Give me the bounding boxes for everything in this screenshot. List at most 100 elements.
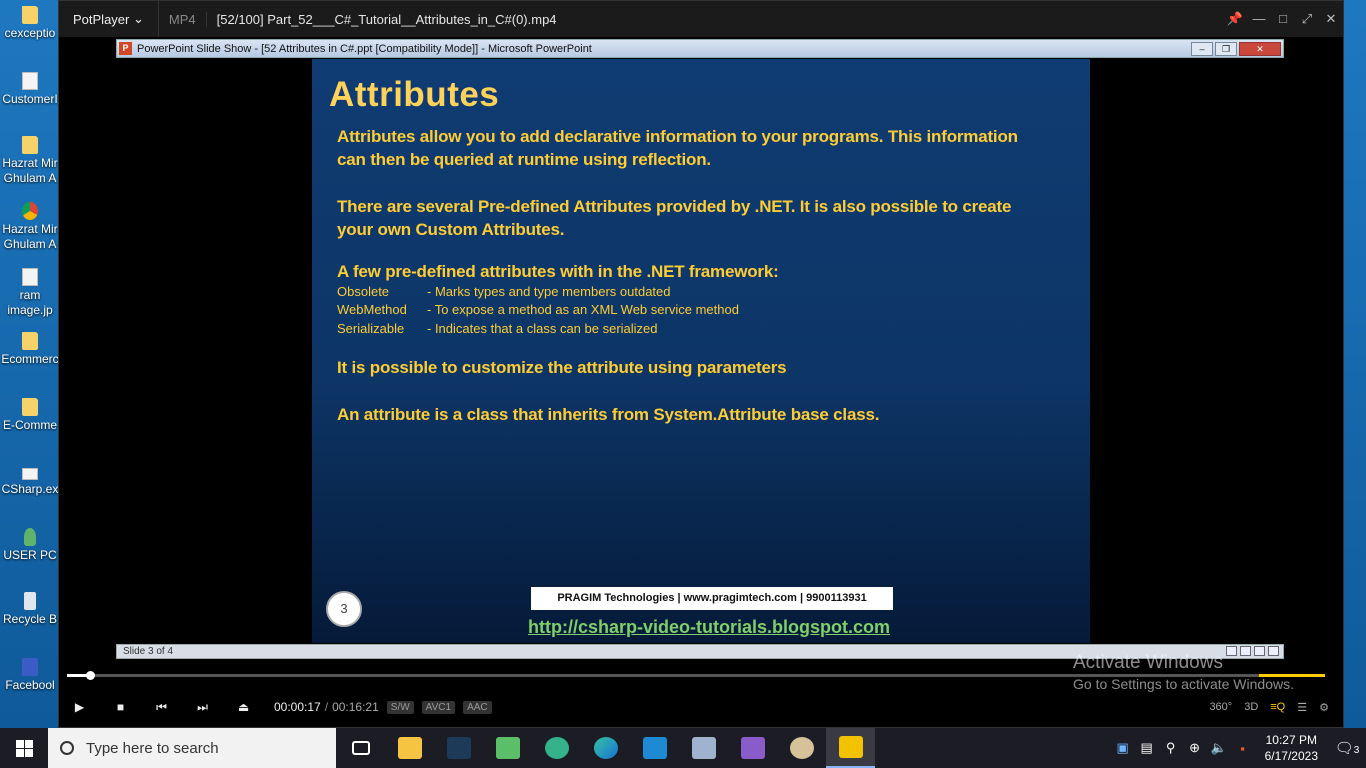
search-subtitle-icon[interactable]: ≡Q	[1270, 701, 1285, 714]
file-explorer-button[interactable]	[385, 728, 434, 768]
tray-office-icon[interactable]: ▪	[1231, 741, 1255, 756]
video-area[interactable]: P PowerPoint Slide Show - [52 Attributes…	[59, 37, 1343, 661]
tag-video-codec[interactable]: AVC1	[421, 700, 456, 714]
folder-icon	[22, 6, 38, 24]
slide: Attributes Attributes allow you to add d…	[312, 59, 1090, 643]
minimize-button[interactable]: —	[1247, 11, 1271, 27]
control-panel-button[interactable]	[679, 728, 728, 768]
monitor-icon	[691, 737, 716, 759]
vr-360-button[interactable]: 360°	[1209, 701, 1232, 714]
clock[interactable]: 10:27 PM 6/17/2023	[1255, 732, 1328, 764]
format-label: MP4	[159, 11, 207, 27]
player-controls: ▶ ■ ⏮ ⏭ ⏏ 00:00:17/00:16:21 S/W AVC1 AAC…	[59, 691, 1343, 723]
atom-icon	[544, 737, 569, 759]
slide-paragraph-2: There are several Pre-defined Attributes…	[337, 197, 1012, 216]
gear-icon[interactable]: ⚙	[1319, 701, 1329, 714]
desktop-icon-csharp-exe[interactable]: CSharp.ex	[0, 464, 60, 497]
taskbar: Type here to search ▣ ▤ ⚲ ⊕ 🔈 ▪ 10:27 PM…	[0, 728, 1366, 768]
snip-icon	[495, 737, 520, 759]
desktop-icon-e-commerce[interactable]: E-Comme	[0, 398, 60, 433]
slide-paragraph-1b: can then be queried at runtime using ref…	[337, 150, 711, 169]
notification-icon: 🗨	[1334, 740, 1354, 757]
desktop-icon-hazrat-chrome[interactable]: Hazrat Mir Ghulam A	[0, 202, 60, 252]
windows-logo-icon	[15, 739, 33, 757]
desktop-icon-ram-image[interactable]: ram image.jp	[0, 268, 60, 318]
previous-button[interactable]: ⏮	[141, 700, 182, 715]
ppt-close-icon: ✕	[1239, 41, 1281, 56]
potplayer-task-button[interactable]	[826, 728, 875, 768]
seek-handle[interactable]	[85, 671, 95, 680]
paint-button[interactable]	[777, 728, 826, 768]
desktop-icon-recycle-bin[interactable]: Recycle B	[0, 592, 60, 627]
playlist-icon[interactable]: ☰	[1297, 701, 1307, 714]
visual-studio-icon	[740, 737, 765, 759]
desktop-icon-facebook[interactable]: Facebool	[0, 658, 60, 693]
file-icon	[22, 72, 38, 90]
tray-globe-icon[interactable]: ⊕	[1183, 740, 1207, 756]
user-icon	[24, 528, 36, 546]
snipping-button[interactable]	[483, 728, 532, 768]
slide-footer: PRAGIM Technologies | www.pragimtech.com…	[531, 587, 893, 610]
attr-row: WebMethod - To expose a method as an XML …	[337, 302, 739, 317]
desktop-icon-hazrat-folder[interactable]: Hazrat Mir Ghulam A	[0, 136, 60, 186]
edge-icon	[593, 737, 618, 759]
notifications-button[interactable]: 🗨3	[1328, 739, 1366, 757]
slide-paragraph-3: A few pre-defined attributes with in the…	[337, 262, 779, 281]
folder-icon	[22, 136, 38, 154]
ppt-restore-icon: ❐	[1215, 41, 1237, 56]
chevron-down-icon: ⌄	[133, 11, 144, 26]
task-view-button[interactable]	[336, 728, 385, 768]
image-file-icon	[22, 268, 38, 286]
volume-icon[interactable]: 🔈	[1207, 740, 1231, 756]
time-display: 00:00:17/00:16:21	[274, 700, 379, 714]
tag-audio-codec[interactable]: AAC	[463, 700, 492, 714]
3d-button[interactable]: 3D	[1244, 701, 1258, 714]
desktop-icon-cexceptio[interactable]: cexceptio	[0, 6, 60, 41]
eject-button[interactable]: ⏏	[223, 700, 264, 714]
folder-icon	[397, 737, 422, 759]
tag-sw[interactable]: S/W	[386, 700, 414, 714]
slide-paragraph-2b: your own Custom Attributes.	[337, 220, 565, 239]
potplayer-menu-button[interactable]: PotPlayer ⌄	[59, 1, 159, 37]
desktop-icon-customer[interactable]: CustomerI	[0, 72, 60, 107]
ppt-title-bar: P PowerPoint Slide Show - [52 Attributes…	[116, 39, 1284, 58]
tray-wifi-icon[interactable]: ⚲	[1159, 740, 1183, 756]
ide-icon	[446, 737, 471, 759]
slide-paragraph-1: Attributes allow you to add declarative …	[337, 127, 1018, 146]
potplayer-window: PotPlayer ⌄ MP4 [52/100] Part_52___C#_Tu…	[58, 0, 1344, 728]
atom-button[interactable]	[532, 728, 581, 768]
tray-network-app-icon[interactable]: ▤	[1135, 740, 1159, 756]
pycharm-button[interactable]	[434, 728, 483, 768]
next-button[interactable]: ⏭	[182, 700, 223, 715]
stop-button[interactable]: ■	[100, 700, 141, 714]
exe-icon	[22, 468, 38, 480]
taskbar-search[interactable]: Type here to search	[48, 728, 336, 768]
palette-icon	[789, 737, 814, 759]
vscode-icon	[642, 737, 667, 759]
recycle-bin-icon	[24, 592, 36, 610]
tray-app-icon[interactable]: ▣	[1111, 740, 1135, 756]
attr-row: Obsolete - Marks types and type members o…	[337, 284, 671, 299]
desktop-icon-ecommerce[interactable]: Ecommerc	[0, 332, 60, 367]
pin-icon[interactable]: 📌	[1223, 11, 1247, 27]
slide-paragraph-5: An attribute is a class that inherits fr…	[337, 405, 880, 424]
powerpoint-icon: P	[119, 42, 132, 55]
chrome-icon	[22, 202, 38, 220]
slide-number: 3	[326, 591, 362, 627]
attr-row: Serializable - Indicates that a class can…	[337, 321, 658, 336]
vscode-button[interactable]	[630, 728, 679, 768]
visual-studio-button[interactable]	[728, 728, 777, 768]
search-icon	[60, 741, 74, 755]
desktop-icon-user-pc[interactable]: USER PC	[0, 528, 60, 563]
close-button[interactable]: ✕	[1319, 11, 1343, 27]
folder-icon	[22, 398, 38, 416]
folder-icon	[22, 332, 38, 350]
maximize-button[interactable]: □	[1271, 11, 1295, 27]
player-title-bar: PotPlayer ⌄ MP4 [52/100] Part_52___C#_Tu…	[59, 1, 1343, 37]
edge-button[interactable]	[581, 728, 630, 768]
play-button[interactable]: ▶	[59, 700, 100, 714]
start-button[interactable]	[0, 728, 48, 768]
fullscreen-button[interactable]: ⤢	[1295, 11, 1319, 27]
activate-windows-watermark: Activate Windows Go to Settings to activa…	[1073, 652, 1294, 692]
slide-link: http://csharp-video-tutorials.blogspot.c…	[528, 617, 891, 637]
